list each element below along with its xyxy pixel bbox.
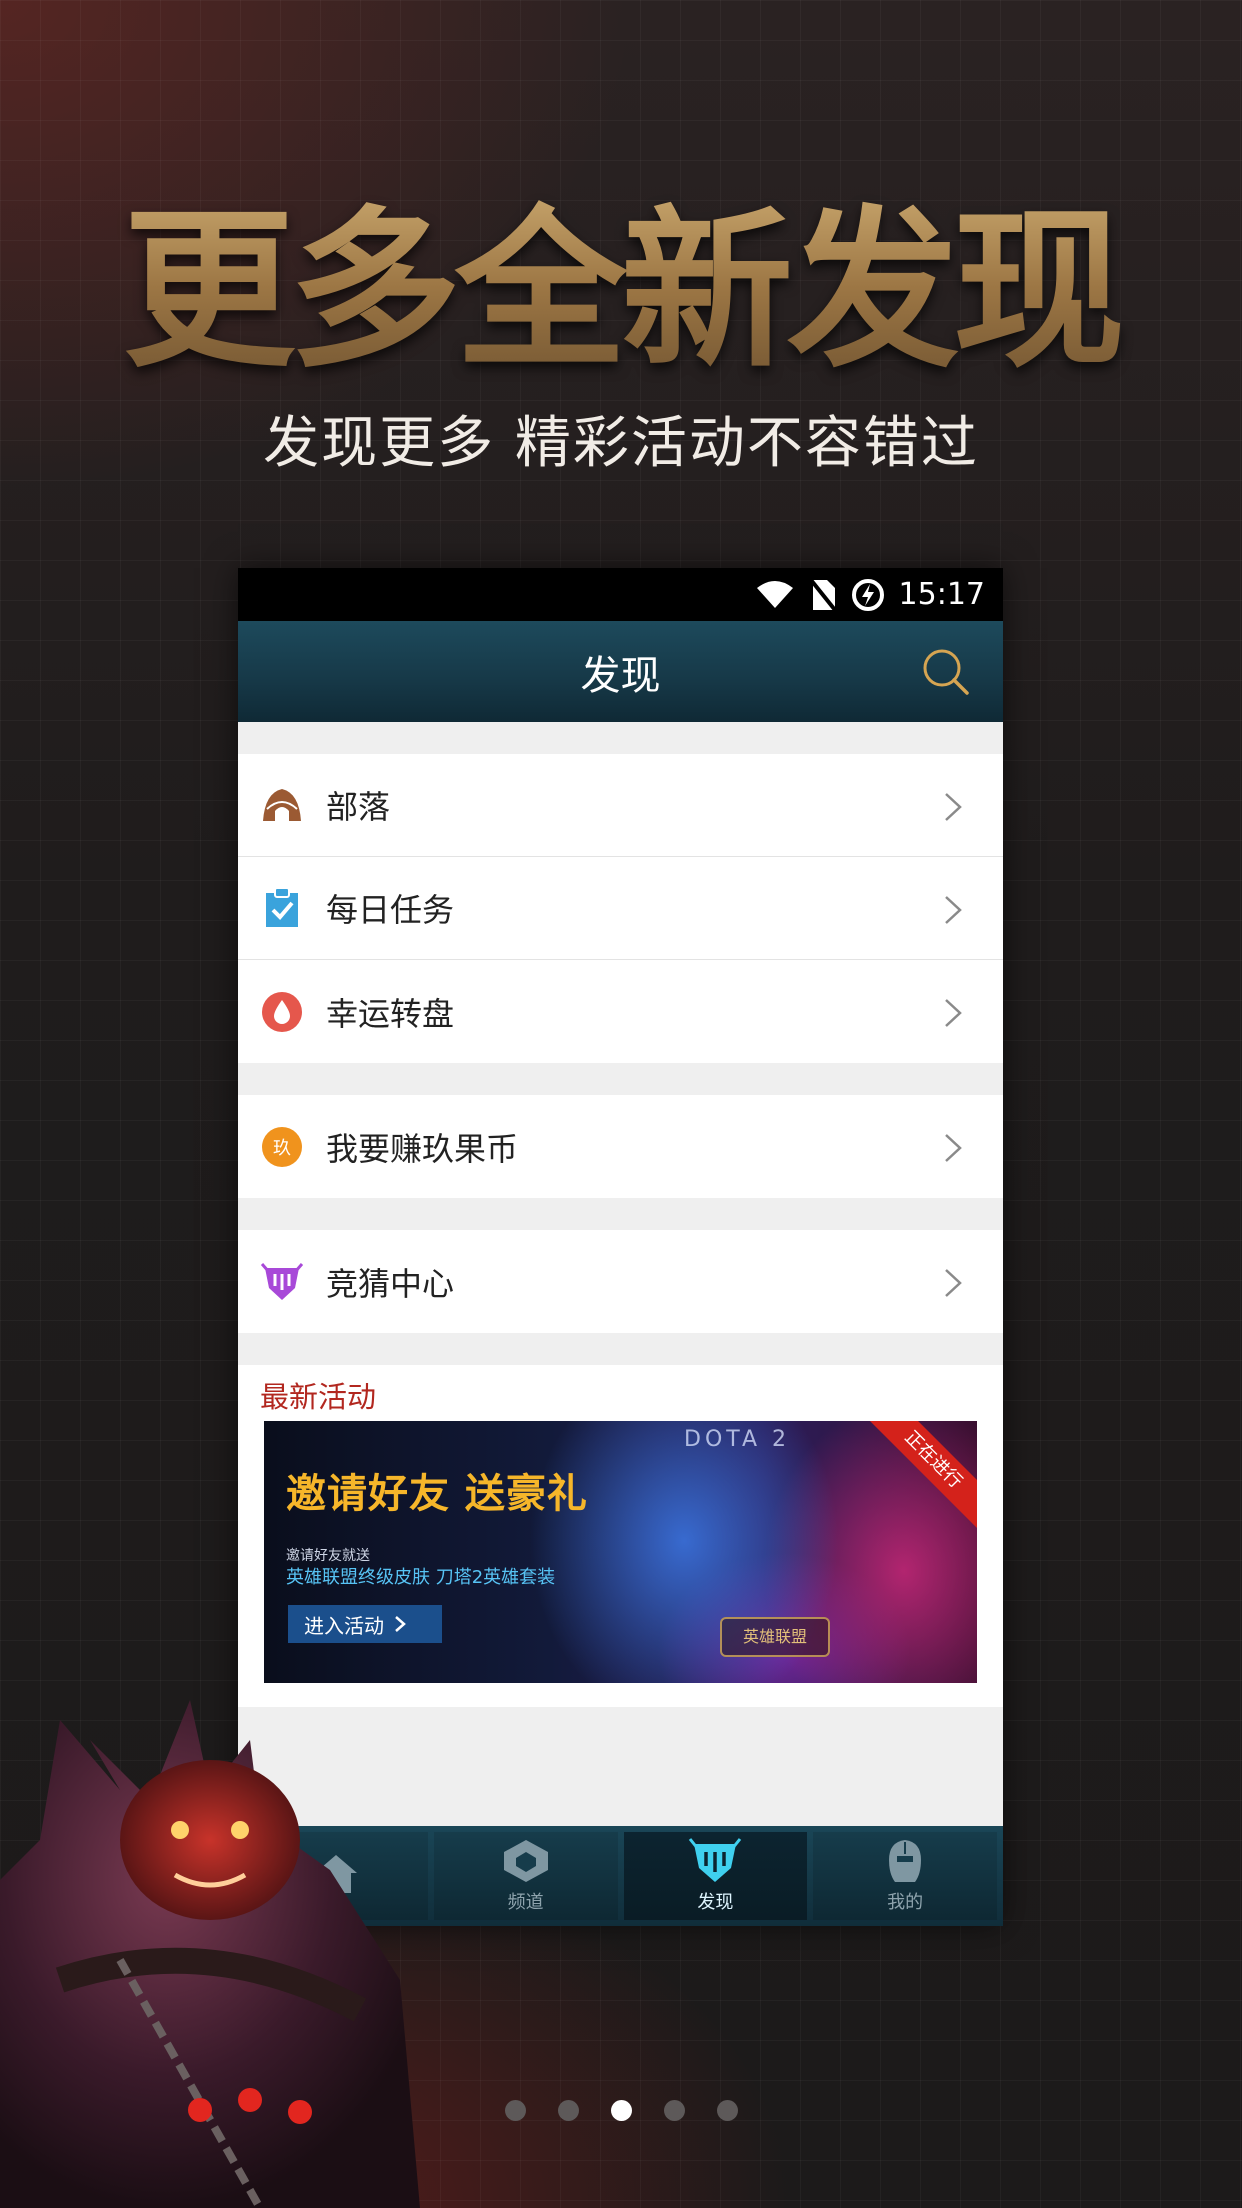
- tab-label: 发现: [697, 1892, 734, 1913]
- no-sim-icon: [808, 578, 837, 611]
- chevron-right-icon: [945, 793, 962, 821]
- enter-activity-button[interactable]: 进入活动: [288, 1605, 442, 1643]
- subline: 发现更多 精彩活动不容错过: [263, 411, 979, 476]
- demon-character-illustration: [0, 1700, 420, 2208]
- drop-icon: [260, 990, 304, 1034]
- menu-item-label: 部落: [326, 788, 391, 826]
- menu-item-label: 竞猜中心: [326, 1264, 455, 1303]
- coin-icon: 玖: [260, 1125, 304, 1169]
- page-title: 发现: [580, 652, 661, 699]
- menu-item-label: 每日任务: [326, 891, 455, 929]
- lol-logo: 英雄联盟: [720, 1617, 830, 1657]
- channel-icon: [503, 1840, 548, 1882]
- status-time: 15:17: [898, 577, 985, 612]
- chevron-right-icon: [945, 896, 962, 924]
- menu-group-2: 玖 我要赚玖果币: [238, 1095, 1003, 1198]
- chevron-right-icon: [395, 1616, 406, 1632]
- banner-subtext: 邀请好友就送: [286, 1548, 370, 1564]
- tab-profile[interactable]: 我的: [813, 1832, 997, 1920]
- tribe-icon: [260, 783, 304, 827]
- page-dot[interactable]: [716, 2100, 738, 2121]
- coin-badge-text: 玖: [273, 1138, 291, 1159]
- chevron-right-icon: [945, 1269, 962, 1297]
- banner-description: 英雄联盟终级皮肤 刀塔2英雄套装: [286, 1567, 556, 1588]
- activity-banner[interactable]: DOTA 2 邀请好友 送豪礼 邀请好友就送 英雄联盟终级皮肤 刀塔2英雄套装 …: [264, 1421, 977, 1683]
- wifi-icon: [756, 580, 793, 608]
- shield-badge-icon: [260, 1260, 304, 1304]
- latest-activity-section: 最新活动 DOTA 2 邀请好友 送豪礼 邀请好友就送 英雄联盟终级皮肤 刀塔2…: [238, 1365, 1003, 1707]
- headline: 更多全新发现: [0, 150, 1242, 400]
- page-dot[interactable]: [663, 2100, 685, 2121]
- button-label: 进入活动: [304, 1613, 384, 1638]
- tab-label: 我的: [887, 1892, 924, 1913]
- page-dot[interactable]: [557, 2100, 579, 2121]
- menu-item-daily-tasks[interactable]: 每日任务: [238, 857, 1003, 960]
- status-bar: 15:17: [238, 568, 1003, 621]
- menu-group-1: 部落 每日任务 幸运转盘: [238, 754, 1003, 1063]
- menu-group-3: 竞猜中心: [238, 1230, 1003, 1333]
- banner-title: 邀请好友 送豪礼: [286, 1471, 588, 1517]
- profile-icon: [889, 1840, 922, 1882]
- in-progress-ribbon: 正在进行: [864, 1421, 977, 1529]
- menu-item-label: 我要赚玖果币: [326, 1129, 519, 1168]
- chevron-right-icon: [945, 1134, 962, 1162]
- discover-icon: [689, 1838, 742, 1882]
- dota-brand: DOTA 2: [684, 1427, 791, 1452]
- menu-item-label: 幸运转盘: [326, 994, 455, 1033]
- page-dot-active[interactable]: [610, 2100, 632, 2121]
- menu-item-tribe[interactable]: 部落: [238, 754, 1003, 857]
- tab-discover[interactable]: 发现: [623, 1832, 808, 1920]
- battery-charging-icon: [851, 578, 884, 611]
- page-indicator: [0, 2100, 1242, 2121]
- chevron-right-icon: [945, 999, 962, 1027]
- search-icon[interactable]: [921, 647, 971, 697]
- menu-item-earn-coins[interactable]: 玖 我要赚玖果币: [238, 1095, 1003, 1198]
- menu-item-guess-center[interactable]: 竞猜中心: [238, 1230, 1003, 1333]
- tab-label: 频道: [507, 1892, 544, 1913]
- page-dot[interactable]: [504, 2100, 526, 2121]
- menu-item-lucky-wheel[interactable]: 幸运转盘: [238, 960, 1003, 1063]
- app-bar: 发现: [238, 621, 1003, 722]
- clipboard-check-icon: [260, 886, 304, 930]
- section-title: 最新活动: [260, 1380, 377, 1414]
- tab-channel[interactable]: 频道: [433, 1832, 618, 1920]
